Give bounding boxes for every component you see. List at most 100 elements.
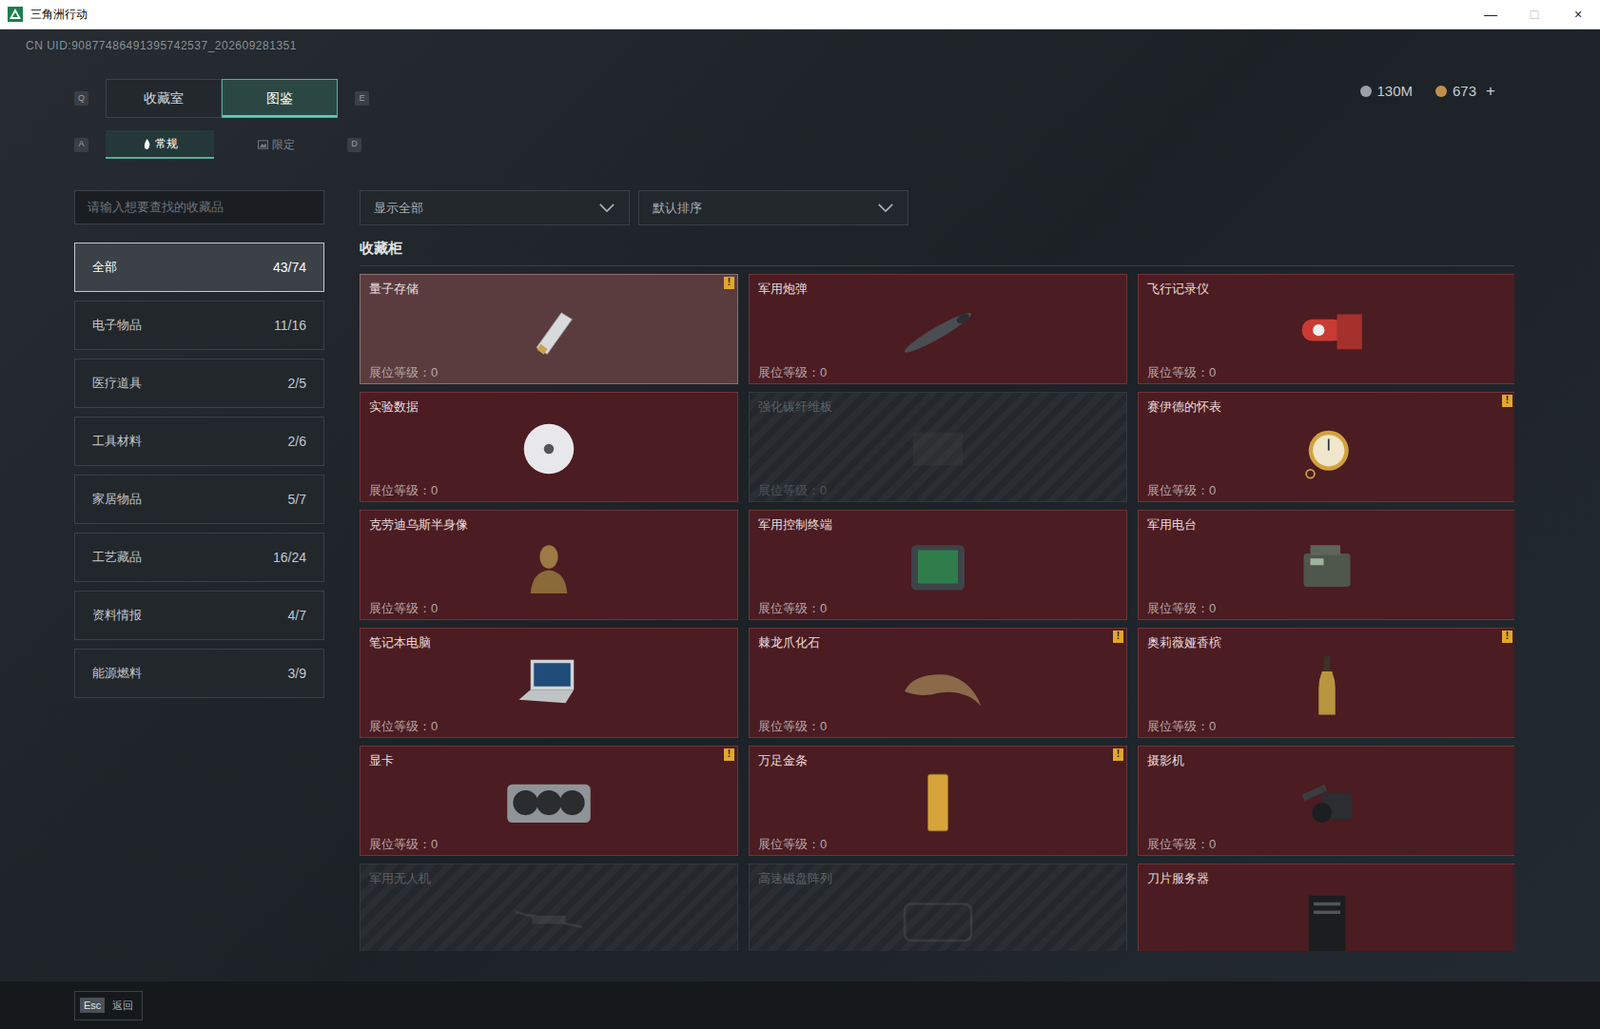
card-level: 展位等级：0: [758, 482, 1118, 500]
window-control-button[interactable]: □: [1512, 0, 1557, 29]
card-level: 展位等级：0: [369, 600, 729, 618]
alert-badge: !: [1112, 630, 1124, 644]
key-hint: E: [354, 91, 370, 106]
card-name: 摄影机: [1147, 752, 1507, 770]
main-tabs: Q 收藏室图鉴 E: [74, 78, 370, 118]
uid-label: CN UID:90877486491395742537_202609281351: [0, 29, 1600, 55]
collection-card[interactable]: 量子存储展位等级：0!: [359, 273, 739, 385]
collection-card[interactable]: 奥莉薇娅香槟展位等级：0!: [1137, 627, 1515, 739]
card-level: 展位等级：0: [369, 482, 729, 500]
item-image-icon: [1269, 769, 1385, 837]
collection-card[interactable]: 军用炮弹展位等级：0: [748, 273, 1128, 385]
item-image-icon: [491, 651, 606, 719]
category-item[interactable]: 医疗道具2/5: [74, 358, 325, 409]
card-name: 军用控制终端: [758, 516, 1118, 534]
card-level: 展位等级：0: [1147, 836, 1507, 854]
item-image-icon: [880, 887, 996, 952]
item-image-icon: [880, 651, 996, 719]
window-control-button[interactable]: ×: [1556, 0, 1600, 29]
card-name: 克劳迪乌斯半身像: [369, 516, 729, 534]
card-name: 显卡: [369, 752, 729, 770]
image-icon: [257, 139, 269, 150]
item-image-icon: [491, 297, 606, 365]
card-level: 展位等级：0: [1147, 600, 1507, 618]
item-image-icon: [1269, 415, 1385, 483]
category-item[interactable]: 家居物品5/7: [74, 474, 325, 525]
collection-card[interactable]: 赛伊德的怀表展位等级：0!: [1137, 391, 1515, 503]
sub-tab[interactable]: 常规: [105, 130, 215, 159]
filter-dropdown[interactable]: 默认排序: [638, 190, 909, 226]
collection-card[interactable]: 万足金条展位等级：0!: [748, 745, 1128, 857]
main-tab[interactable]: 收藏室: [105, 78, 222, 118]
collection-card[interactable]: 军用控制终端展位等级：0: [748, 509, 1128, 621]
card-name: 军用电台: [1147, 516, 1507, 534]
item-image-icon: [491, 533, 606, 601]
card-level: 展位等级：0: [758, 836, 1118, 854]
chevron-down-icon: [877, 202, 895, 214]
collection-card[interactable]: 显卡展位等级：0!: [359, 745, 739, 857]
alert-badge: !: [723, 276, 735, 290]
alert-badge: !: [1112, 748, 1124, 761]
card-level: 展位等级：0: [369, 836, 729, 854]
alert-badge: !: [1502, 630, 1513, 644]
gem-icon: [1435, 85, 1447, 98]
item-image-icon: [880, 415, 996, 483]
collection-card[interactable]: 刀片服务器: [1137, 863, 1515, 952]
main-area: CN UID:90877486491395742537_202609281351…: [0, 29, 1600, 982]
card-name: 笔记本电脑: [369, 634, 729, 652]
category-item[interactable]: 工具材料2/6: [74, 416, 325, 467]
card-level: 展位等级：0: [758, 718, 1118, 736]
card-level: 展位等级：0: [1147, 718, 1507, 736]
category-item[interactable]: 工艺藏品16/24: [74, 532, 325, 583]
window-title: 三角洲行动: [30, 5, 88, 23]
card-level: 展位等级：0: [369, 364, 729, 382]
collection-card[interactable]: 摄影机展位等级：0: [1137, 745, 1515, 857]
footer-bar: Esc返回: [0, 981, 1600, 1029]
search-input[interactable]: 请输入想要查找的收藏品: [74, 190, 325, 225]
item-image-icon: [491, 887, 606, 952]
back-button[interactable]: Esc返回: [74, 991, 143, 1021]
card-name: 军用无人机: [369, 870, 729, 888]
collection-card[interactable]: 笔记本电脑展位等级：0: [359, 627, 739, 739]
card-name: 棘龙爪化石: [758, 634, 1118, 652]
sub-tab[interactable]: 限定: [221, 130, 331, 159]
category-item[interactable]: 能源燃料3/9: [74, 648, 325, 699]
collection-card[interactable]: 强化碳纤维板展位等级：0: [748, 391, 1128, 503]
category-item[interactable]: 资料情报4/7: [74, 590, 325, 641]
card-name: 军用炮弹: [758, 280, 1118, 298]
card-level: 展位等级：0: [1147, 482, 1507, 500]
card-name: 赛伊德的怀表: [1147, 398, 1507, 416]
card-name: 强化碳纤维板: [758, 398, 1118, 416]
filter-dropdown[interactable]: 显示全部: [359, 190, 630, 226]
card-name: 量子存储: [369, 280, 729, 298]
card-name: 刀片服务器: [1147, 870, 1507, 888]
key-hint: D: [347, 137, 362, 153]
app-window: 三角洲行动 —□×CN UID:90877486491395742537_2026…: [0, 0, 1600, 1029]
collection-card[interactable]: 飞行记录仪展位等级：0: [1137, 273, 1515, 385]
card-level: 展位等级：0: [758, 364, 1118, 382]
category-item[interactable]: 全部43/74: [74, 242, 325, 293]
alert-badge: !: [723, 748, 735, 761]
currency-item: 130M: [1360, 80, 1414, 103]
collection-card[interactable]: 高速磁盘阵列: [748, 863, 1128, 952]
card-name: 万足金条: [758, 752, 1118, 770]
currency-item[interactable]: 673+: [1435, 78, 1496, 104]
collection-card[interactable]: 实验数据展位等级：0: [359, 391, 739, 503]
item-image-icon: [1269, 651, 1385, 719]
collection-card[interactable]: 军用电台展位等级：0: [1137, 509, 1515, 621]
item-image-icon: [880, 297, 996, 365]
item-image-icon: [1269, 887, 1385, 952]
key-hint: Q: [74, 91, 89, 106]
window-control-button[interactable]: —: [1468, 0, 1513, 29]
item-image-icon: [491, 769, 606, 837]
chevron-down-icon: [598, 202, 616, 214]
main-tab[interactable]: 图鉴: [221, 78, 338, 118]
collection-card[interactable]: 军用无人机: [359, 863, 739, 952]
item-image-icon: [1269, 533, 1385, 601]
card-name: 实验数据: [369, 398, 729, 416]
item-image-icon: [880, 769, 996, 837]
collection-card[interactable]: 克劳迪乌斯半身像展位等级：0: [359, 509, 739, 621]
category-list: 全部43/74 电子物品11/16 医疗道具2/5 工具材料2/6 家居物品5/7 工艺藏…: [74, 242, 325, 699]
category-item[interactable]: 电子物品11/16: [74, 300, 325, 351]
collection-card[interactable]: 棘龙爪化石展位等级：0!: [748, 627, 1128, 739]
